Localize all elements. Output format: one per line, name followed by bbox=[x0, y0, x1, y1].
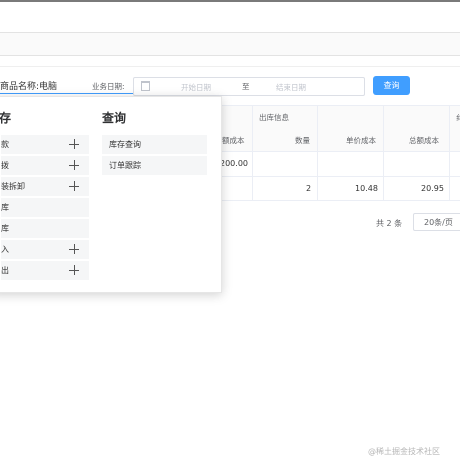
header-fragment: 纟 bbox=[456, 113, 460, 122]
plus-icon[interactable] bbox=[69, 244, 79, 254]
business-date-label: 业务日期: bbox=[92, 82, 125, 91]
column-divider bbox=[449, 105, 450, 200]
menu-item-order-tracking[interactable]: 订单跟踪 bbox=[102, 156, 207, 175]
header-unit-cost: 单价成本 bbox=[346, 136, 376, 145]
menu-item[interactable]: 库 bbox=[1, 219, 89, 238]
divider bbox=[0, 66, 460, 67]
menu-item-label: 款 bbox=[1, 140, 9, 149]
column-divider bbox=[383, 105, 384, 200]
menu-item[interactable]: 入 bbox=[1, 240, 89, 259]
menu-item[interactable]: 款 bbox=[1, 135, 89, 154]
menu-item[interactable]: 库 bbox=[1, 198, 89, 217]
column-divider bbox=[252, 105, 253, 200]
menu-item[interactable]: 出 bbox=[1, 261, 89, 280]
top-bar-field bbox=[0, 32, 460, 56]
end-date-input[interactable]: 结束日期 bbox=[276, 82, 306, 93]
menu-item-label: 装拆卸 bbox=[1, 182, 25, 191]
cell-total-cost: 20.95 bbox=[421, 184, 444, 193]
pagination-total: 共 2 条 bbox=[376, 219, 403, 228]
header-quantity: 数量 bbox=[295, 136, 310, 145]
range-separator: 至 bbox=[242, 82, 250, 91]
start-date-input[interactable]: 开始日期 bbox=[181, 82, 211, 93]
menu-item[interactable]: 装拆卸 bbox=[1, 177, 89, 196]
outbound-info-header: 出库信息 bbox=[259, 113, 289, 122]
menu-item[interactable]: 拨 bbox=[1, 156, 89, 175]
watermark: @稀土掘金技术社区 bbox=[368, 447, 440, 456]
menu-item-label: 库存查询 bbox=[109, 140, 141, 149]
plus-icon[interactable] bbox=[69, 265, 79, 275]
menu-item-stock-query[interactable]: 库存查询 bbox=[102, 135, 207, 154]
header-partial-total-cost: 额成本 bbox=[222, 136, 245, 145]
menu-heading-query: 查询 bbox=[102, 111, 127, 125]
column-divider bbox=[317, 105, 318, 200]
menu-item-label: 入 bbox=[1, 245, 9, 254]
menu-item-label: 拨 bbox=[1, 161, 9, 170]
menu-heading-inventory: 存 bbox=[0, 111, 12, 125]
query-button[interactable]: 查询 bbox=[373, 76, 410, 95]
plus-icon[interactable] bbox=[69, 181, 79, 191]
menu-item-label: 出 bbox=[1, 266, 9, 275]
cell-unit-cost: 10.48 bbox=[355, 184, 378, 193]
top-border bbox=[0, 0, 460, 2]
page-size-select[interactable]: 20条/页 bbox=[413, 213, 460, 231]
cell-partial-total-cost: 200.00 bbox=[220, 159, 248, 168]
plus-icon[interactable] bbox=[69, 139, 79, 149]
menu-item-label: 库 bbox=[1, 203, 9, 212]
plus-icon[interactable] bbox=[69, 160, 79, 170]
header-total-cost: 总额成本 bbox=[409, 136, 439, 145]
menu-item-label: 订单跟踪 bbox=[109, 161, 141, 170]
cell-quantity: 2 bbox=[306, 184, 312, 193]
menu-item-label: 库 bbox=[1, 224, 9, 233]
mega-menu-dropdown: 存 查询 款 拨 装拆卸 库 库 入 出 库存查询 订单跟踪 bbox=[0, 96, 222, 293]
calendar-icon bbox=[141, 81, 150, 91]
